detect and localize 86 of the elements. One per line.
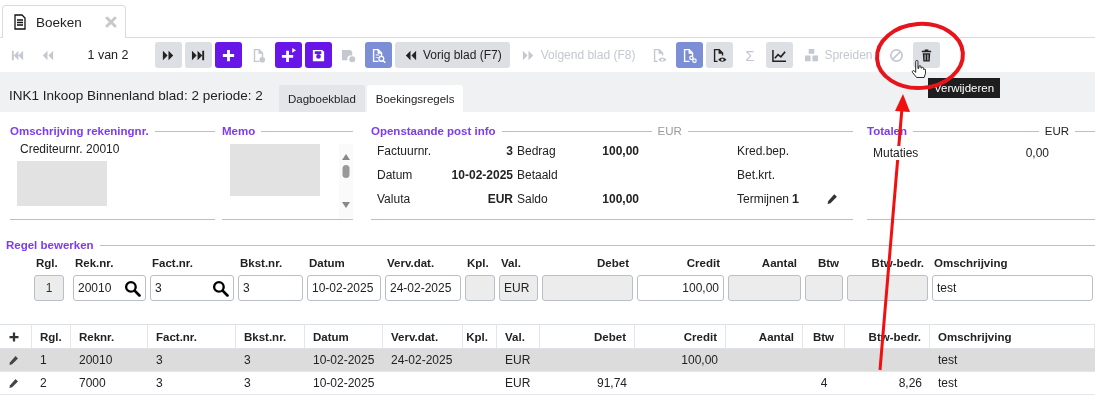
column-header: Debet — [594, 330, 626, 343]
field-label: Omschrijving — [933, 256, 1009, 269]
section-heading: Openstaande post info — [371, 125, 496, 137]
column-header: Datum — [313, 330, 349, 343]
column-header: Btw — [812, 330, 835, 343]
field-label: Credit — [685, 256, 721, 269]
input-field[interactable]: test — [932, 275, 1093, 301]
table-cell: 7000 — [79, 376, 106, 390]
previous-sheet-button[interactable]: Vorig blad (F7) — [395, 42, 510, 68]
journal-title: INK1 Inkoop Binnenland blad: 2 periode: 2 — [9, 87, 264, 103]
field-label: Debet — [596, 256, 630, 269]
tab-title: Boeken — [36, 14, 83, 30]
field-label: Verv.dat. — [386, 256, 436, 269]
column-header: Reknr. — [79, 330, 115, 343]
page-indicator: 1 van 2 — [86, 48, 130, 62]
section-heading: Omschrijving rekeningnr. — [10, 125, 149, 137]
table-cell: 20010 — [79, 353, 113, 367]
account-text: Crediteurnr. 20010 — [19, 142, 121, 156]
field-label: Kpl. — [466, 256, 490, 269]
table-cell: EUR — [505, 376, 531, 390]
field-value: EUR — [486, 192, 513, 206]
currency-label: EUR — [657, 125, 682, 137]
table-cell: 8,26 — [898, 376, 922, 390]
table-cell: 3 — [244, 353, 251, 367]
view-tab[interactable]: Boekingsregels — [366, 85, 464, 112]
table-cell: test — [938, 376, 958, 390]
field-label: Factuurnr. — [377, 144, 433, 158]
field-value: 100,00 — [601, 192, 639, 206]
table-row[interactable]: 1 20010 3 3 10-02-2025 24-02-2025 EUR 100,00 test — [0, 349, 1095, 372]
field-label: Saldo — [517, 192, 549, 206]
input-field[interactable]: 24-02-2025 — [385, 275, 461, 301]
field-value: 1 — [792, 192, 799, 206]
table-cell: 91,74 — [596, 376, 627, 390]
input-field[interactable]: 10-02-2025 — [307, 275, 381, 301]
table-cell: 2 — [40, 376, 47, 390]
table-cell: 100,00 — [681, 353, 718, 367]
table-cell: 10-02-2025 — [313, 376, 375, 390]
column-header: Val. — [505, 330, 525, 343]
view-tab[interactable]: Dagboekblad — [279, 85, 365, 112]
field-label: Val. — [500, 256, 522, 269]
field-label: Valuta — [377, 192, 412, 206]
table-cell: EUR — [505, 353, 531, 367]
column-header: Verv.dat. — [391, 330, 439, 343]
table-cell: 4 — [820, 376, 828, 390]
field-label: Btw — [816, 256, 840, 269]
currency-label: EUR — [1044, 125, 1069, 137]
field-label: Bkst.nr. — [239, 256, 284, 269]
field-label: Betaald — [517, 168, 559, 182]
table-cell: test — [938, 353, 958, 367]
section-heading: Regel bewerken — [6, 239, 94, 251]
field-label: Kred.bep. — [737, 144, 790, 158]
lookup-field[interactable]: 20010 — [73, 275, 146, 301]
total-value: 0,00 — [1025, 146, 1049, 160]
field-label: Fact.nr. — [151, 256, 194, 269]
column-header: Omschrijving — [938, 330, 1012, 343]
section-heading: Memo — [222, 125, 256, 137]
table-row[interactable]: 2 7000 3 3 10-02-2025 EUR 91,74 4 8,26 test — [0, 372, 1095, 395]
column-header: Bkst.nr. — [244, 330, 287, 343]
document-tab[interactable]: Boeken — [2, 5, 126, 38]
table-cell: 3 — [156, 353, 163, 367]
column-header: Fact.nr. — [156, 330, 197, 343]
column-header: Rgl. — [40, 330, 62, 343]
field-label: Datum — [308, 256, 346, 269]
field-label: Bet.krt. — [737, 168, 775, 182]
input-field[interactable]: 100,00 — [637, 275, 724, 301]
field-value: 3 — [505, 144, 513, 158]
input-field[interactable]: 3 — [238, 275, 303, 301]
table-cell: 3 — [244, 376, 251, 390]
tooltip: Verwijderen — [928, 78, 1001, 98]
field-label: Datum — [377, 168, 414, 182]
column-header: Aantal — [758, 330, 794, 343]
table-cell: 10-02-2025 — [313, 353, 375, 367]
field-value: 100,00 — [601, 144, 639, 158]
table-cell: 1 — [40, 353, 47, 367]
table-cell: 3 — [156, 376, 163, 390]
field-label: Rek.nr. — [74, 256, 115, 269]
table-cell: 24-02-2025 — [391, 353, 453, 367]
field-label: Aantal — [760, 256, 798, 269]
total-label: Mutaties — [873, 146, 921, 160]
field-label: Termijnen — [737, 192, 790, 206]
field-label: Bedrag — [517, 144, 557, 158]
column-header: Credit — [683, 330, 717, 343]
lookup-field[interactable]: 3 — [150, 275, 234, 301]
column-header: Kpl. — [466, 330, 488, 343]
field-value: 10-02-2025 — [450, 168, 513, 182]
field-label: Rgl. — [35, 256, 59, 269]
